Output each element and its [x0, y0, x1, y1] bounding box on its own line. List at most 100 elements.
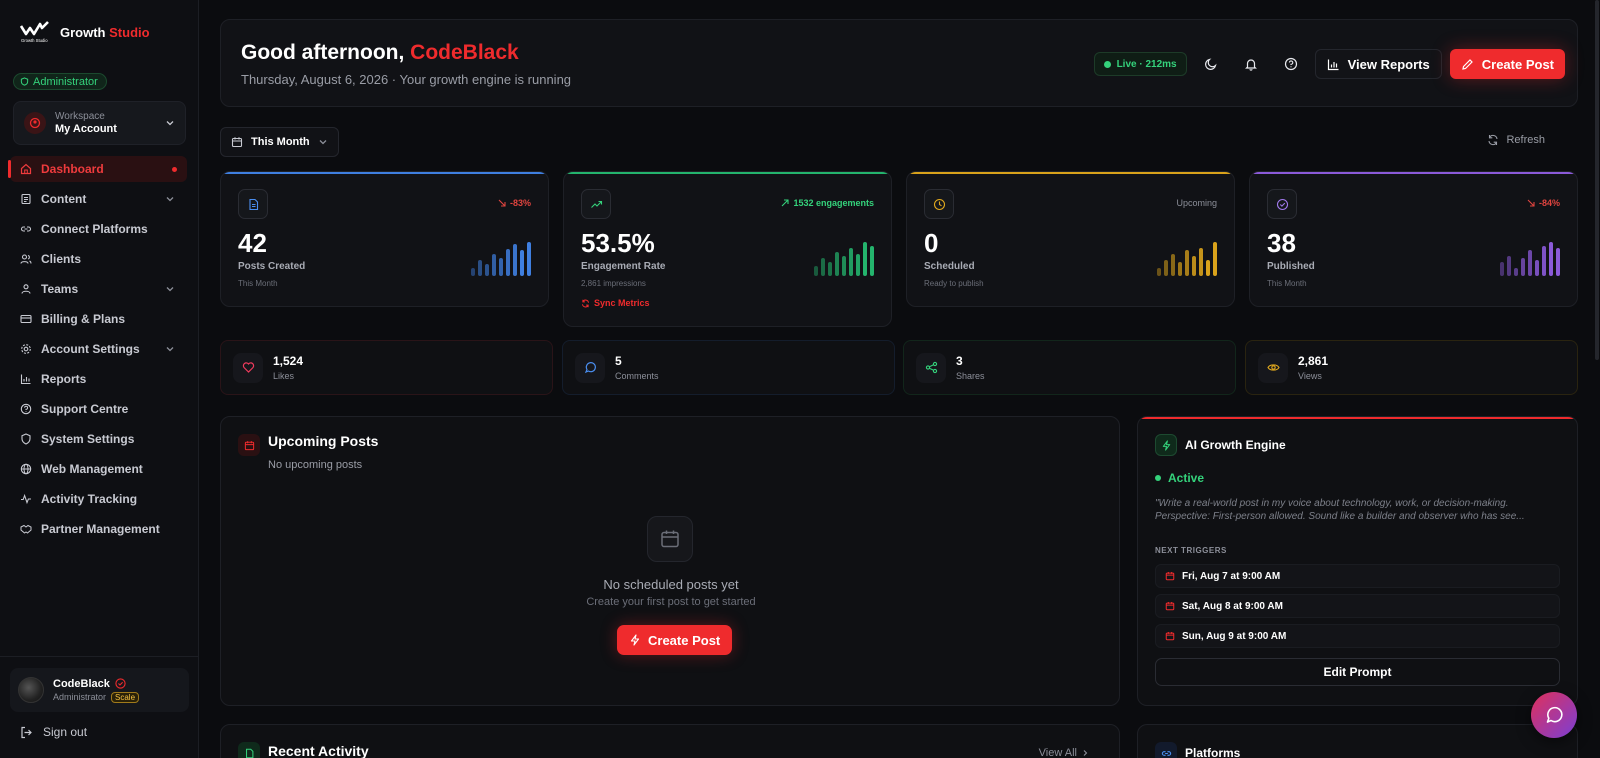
upcoming-posts-panel: Upcoming Posts No upcoming posts No sche…	[220, 416, 1120, 706]
engagement-card-comments: 5 Comments	[562, 340, 895, 395]
home-icon	[20, 163, 32, 175]
ai-growth-engine-panel: AI Growth Engine Active "Write a real-wo…	[1137, 416, 1578, 706]
stat-value: 42	[238, 228, 267, 258]
sidebar: Growth Studio Growth Studio Administrato…	[0, 0, 199, 758]
sidebar-nav: Dashboard Content Connect Platforms Clie…	[8, 156, 187, 546]
sidebar-item-account-settings[interactable]: Account Settings	[10, 336, 187, 362]
sparkline-bars	[814, 242, 874, 276]
sidebar-item-web-management[interactable]: Web Management	[10, 456, 187, 482]
next-triggers-heading: NEXT TRIGGERS	[1155, 546, 1227, 555]
bar-chart-icon	[1327, 59, 1339, 70]
greeting-subtitle: Thursday, August 6, 2026 · Your growth e…	[241, 72, 572, 87]
calendar-icon	[1165, 572, 1175, 581]
stat-card-posts-created: -83% 42 Posts Created This Month	[220, 171, 549, 307]
sidebar-item-system-settings[interactable]: System Settings	[10, 426, 187, 452]
brand-logo[interactable]: Growth Studio Growth Studio	[20, 20, 150, 44]
user-profile-card[interactable]: CodeBlack Administrator Scale	[10, 668, 189, 712]
engagement-value: 1,524	[273, 354, 304, 368]
view-all-link[interactable]: View All	[1039, 747, 1089, 758]
shield-icon	[20, 433, 32, 445]
live-dot	[1103, 60, 1111, 68]
create-post-empty-button[interactable]: Create Post	[617, 625, 733, 655]
panel-title: AI Growth Engine	[1185, 438, 1286, 452]
chevron-down-icon	[166, 347, 174, 352]
notifications-button[interactable]	[1235, 49, 1267, 79]
sidebar-item-clients[interactable]: Clients	[10, 246, 187, 272]
sidebar-item-label: System Settings	[41, 432, 135, 446]
sidebar-item-label: Account Settings	[41, 342, 140, 356]
engagement-value: 2,861	[1298, 354, 1329, 368]
create-post-button[interactable]: Create Post	[1449, 49, 1565, 79]
sidebar-item-label: Web Management	[41, 462, 143, 476]
sidebar-item-label: Teams	[41, 282, 79, 296]
sidebar-item-label: Content	[41, 192, 87, 206]
empty-state-title: No scheduled posts yet	[603, 577, 739, 592]
chat-support-button[interactable]	[1531, 692, 1577, 738]
sidebar-item-reports[interactable]: Reports	[10, 366, 187, 392]
engagement-label: Likes	[273, 371, 295, 381]
help-circle-icon	[1284, 57, 1297, 71]
sidebar-item-teams[interactable]: Teams	[10, 276, 187, 302]
role-badge: Administrator	[13, 73, 107, 90]
sidebar-item-dashboard[interactable]: Dashboard	[8, 156, 187, 182]
edit-prompt-button[interactable]: Edit Prompt	[1155, 658, 1560, 686]
engagement-label: Shares	[956, 371, 985, 381]
sidebar-item-content[interactable]: Content	[10, 186, 187, 212]
engagement-value: 3	[956, 354, 963, 368]
theme-toggle-button[interactable]	[1195, 49, 1227, 79]
header-actions: Live · 212ms View Reports Create Post	[1093, 49, 1565, 79]
welcome-header: Good afternoon, CodeBlack Thursday, Augu…	[220, 19, 1578, 107]
sync-metrics-button[interactable]: Sync Metrics	[581, 298, 650, 308]
workspace-switcher[interactable]: Workspace My Account	[13, 101, 186, 145]
trending-up-icon	[581, 189, 611, 219]
activity-icon	[20, 493, 32, 505]
help-button[interactable]	[1275, 49, 1307, 79]
view-reports-button[interactable]: View Reports	[1314, 49, 1442, 79]
stat-label: Engagement Rate	[581, 261, 666, 272]
sidebar-item-connect-platforms[interactable]: Connect Platforms	[10, 216, 187, 242]
engagement-value: 5	[615, 354, 622, 368]
sidebar-item-label: Partner Management	[41, 522, 160, 536]
page-scrollbar[interactable]	[1594, 0, 1600, 758]
sign-out-button[interactable]: Sign out	[20, 725, 87, 739]
stat-value: 53.5%	[581, 228, 655, 258]
calendar-icon	[238, 434, 260, 456]
workspace-label: Workspace	[55, 111, 105, 122]
sidebar-item-partner-management[interactable]: Partner Management	[10, 516, 187, 542]
lightning-icon	[1155, 434, 1177, 456]
refresh-button[interactable]: Refresh	[1487, 134, 1545, 146]
sparkline-bars	[471, 242, 531, 276]
chevron-down-icon	[319, 140, 327, 145]
trend-up-icon	[782, 199, 790, 207]
clock-icon	[924, 189, 954, 219]
gear-icon	[20, 343, 32, 355]
sidebar-item-activity-tracking[interactable]: Activity Tracking	[10, 486, 187, 512]
sidebar-divider	[0, 656, 199, 657]
brand-name: Growth Studio	[60, 24, 150, 40]
stat-subtext: This Month	[1267, 279, 1307, 288]
trend-indicator: Upcoming	[1176, 198, 1217, 208]
stat-card-scheduled: Upcoming 0 Scheduled Ready to publish	[906, 171, 1235, 307]
pencil-icon	[1461, 58, 1473, 70]
ai-status-indicator: Active	[1155, 471, 1204, 485]
chat-bubble-icon	[1546, 706, 1563, 723]
share-icon	[916, 352, 946, 383]
avatar	[18, 677, 44, 703]
refresh-icon	[1488, 134, 1499, 146]
shield-icon	[20, 77, 29, 86]
sidebar-item-label: Billing & Plans	[41, 312, 126, 326]
status-dot	[1155, 475, 1161, 481]
trigger-item: Fri, Aug 7 at 9:00 AM	[1155, 564, 1560, 588]
profile-role: Administrator Scale	[53, 691, 140, 703]
scrollbar-thumb[interactable]	[1595, 0, 1599, 360]
sidebar-item-label: Connect Platforms	[41, 222, 148, 236]
stat-subtext: 2,861 impressions	[581, 279, 646, 288]
message-icon	[575, 352, 605, 383]
heart-icon	[233, 352, 263, 383]
trend-indicator: 1532 engagements	[781, 198, 874, 208]
sidebar-item-billing[interactable]: Billing & Plans	[10, 306, 187, 332]
sidebar-item-label: Dashboard	[41, 162, 104, 176]
period-filter-select[interactable]: This Month	[220, 127, 339, 157]
stat-label: Scheduled	[924, 261, 975, 272]
sidebar-item-support[interactable]: Support Centre	[10, 396, 187, 422]
